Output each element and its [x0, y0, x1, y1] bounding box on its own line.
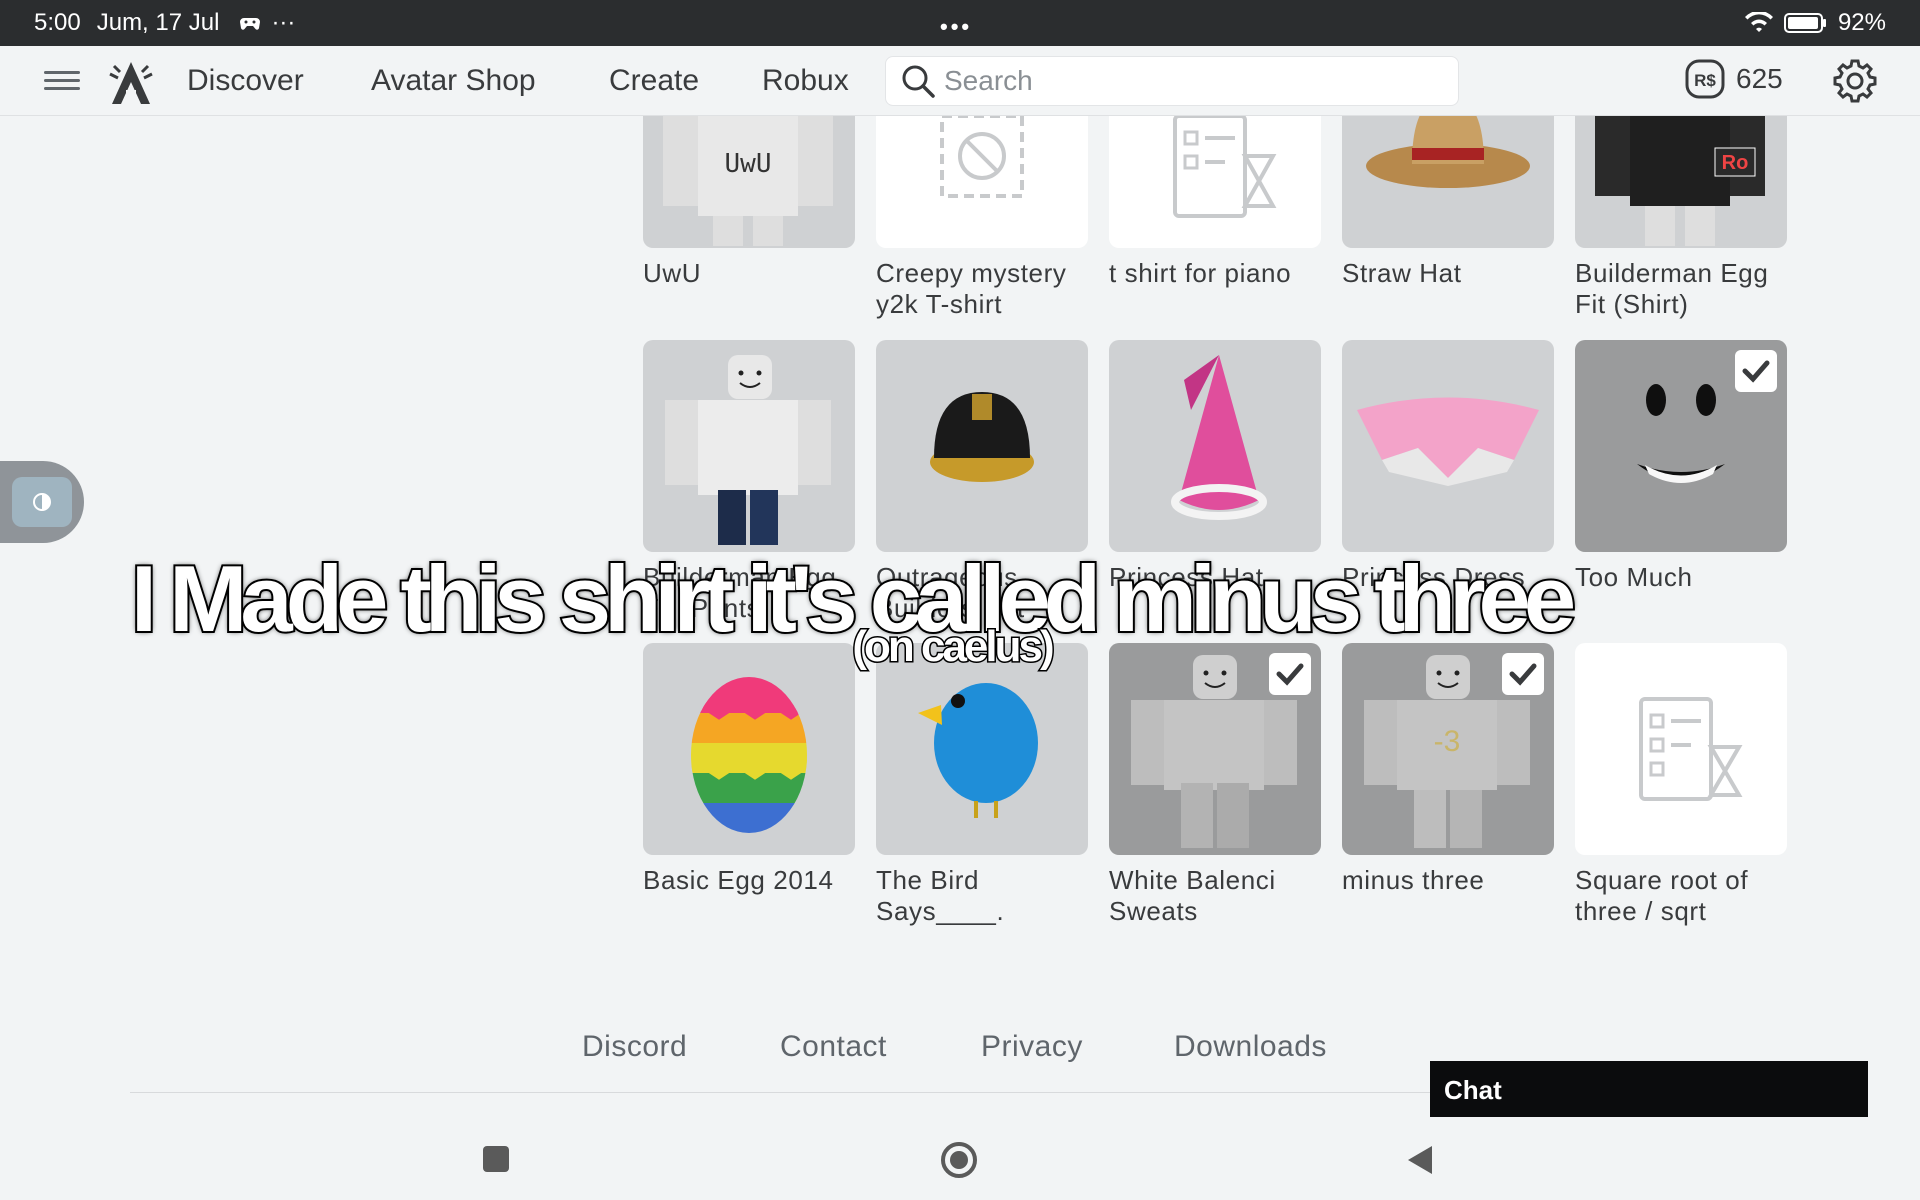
item-card[interactable]: Square root of three / sqrt [1575, 643, 1787, 927]
status-date: Jum, 17 Jul [96, 9, 220, 36]
item-name: Straw Hat [1342, 258, 1462, 288]
search-input[interactable] [944, 65, 1424, 97]
video-caption-sub: (on caelus) [851, 621, 1056, 673]
easter-egg-image [691, 677, 807, 833]
android-status-bar: 5:00 Jum, 17 Jul ··· ••• 92% [0, 0, 1920, 46]
item-name: Builderman Egg Fit (Shirt) [1575, 258, 1769, 319]
item-name: White Balenci Sweats [1109, 865, 1276, 926]
footer-privacy-link[interactable]: Privacy [981, 1030, 1083, 1064]
item-thumbnail [643, 340, 855, 552]
search-bar[interactable] [885, 56, 1459, 106]
game-controller-icon [240, 18, 261, 30]
status-time: 5:00 [34, 9, 81, 36]
item-thumbnail [1109, 643, 1321, 855]
pink-skirt-image [1357, 397, 1539, 486]
contrast-button[interactable] [12, 477, 72, 527]
status-notifications: ··· [239, 9, 295, 37]
item-thumbnail [876, 643, 1088, 855]
equipped-checkbox[interactable] [1735, 350, 1777, 392]
robux-balance[interactable]: R$ 625 [1684, 58, 1783, 100]
blue-bird-image [918, 683, 1038, 818]
settings-gear-icon[interactable] [1832, 58, 1878, 104]
nav-robux[interactable]: Robux [762, 64, 849, 98]
battery-percent: 92% [1837, 9, 1886, 36]
recent-apps-icon[interactable] [483, 1146, 509, 1172]
footer-downloads-link[interactable]: Downloads [1174, 1030, 1327, 1064]
item-card[interactable]: -3 minus three [1342, 643, 1554, 896]
footer-discord-link[interactable]: Discord [582, 1030, 687, 1064]
footer-divider [130, 1092, 1430, 1093]
item-name: minus three [1342, 865, 1485, 895]
status-right: 92% [1744, 9, 1886, 37]
android-navigation-bar [0, 1118, 1920, 1200]
footer-contact-link[interactable]: Contact [780, 1030, 887, 1064]
search-icon [902, 65, 935, 98]
item-name: The Bird Says____. [876, 865, 1005, 926]
top-navigation: Discover Avatar Shop Create Robux R$ 625 [0, 46, 1920, 116]
shirt-text: -3 [1434, 725, 1461, 758]
nav-avatar-shop[interactable]: Avatar Shop [371, 64, 536, 98]
item-name: Square root of three / sqrt [1575, 865, 1749, 926]
builder-helmet-image [930, 392, 1034, 482]
site-logo-icon[interactable] [104, 56, 158, 110]
screen: 5:00 Jum, 17 Jul ··· ••• 92% Discover Av… [0, 0, 1920, 1200]
chat-bar[interactable]: Chat [1430, 1061, 1868, 1117]
item-thumbnail: -3 [1342, 643, 1554, 855]
wifi-icon [1744, 12, 1773, 32]
item-name: UwU [643, 258, 702, 288]
item-name: Creepy mystery y2k T-shirt [876, 258, 1067, 319]
item-name: t shirt for piano [1109, 258, 1292, 288]
nav-discover[interactable]: Discover [187, 64, 304, 98]
checkmark-icon [1742, 360, 1770, 383]
princess-hat-image [1171, 355, 1267, 520]
avatar-pants-image [665, 355, 831, 545]
contrast-icon [33, 493, 51, 511]
back-icon[interactable] [1408, 1146, 1432, 1174]
shirt-text: UwU [725, 149, 772, 179]
status-more: ··· [271, 9, 296, 36]
item-thumbnail [643, 643, 855, 855]
robux-icon: R$ [1685, 59, 1725, 99]
robux-amount: 625 [1736, 63, 1783, 94]
item-card[interactable]: The Bird Says____. [876, 643, 1088, 927]
item-name: Basic Egg 2014 [643, 865, 834, 895]
item-card[interactable]: White Balenci Sweats [1109, 643, 1321, 927]
battery-icon [1783, 13, 1826, 33]
item-thumbnail [1575, 340, 1787, 552]
item-thumbnail [1575, 643, 1787, 855]
item-thumbnail [1342, 340, 1554, 552]
robux-symbol: R$ [1694, 71, 1716, 90]
pending-icon [1639, 697, 1743, 801]
side-contrast-toggle[interactable] [0, 461, 84, 543]
nav-create[interactable]: Create [609, 64, 699, 98]
hamburger-menu-icon[interactable] [44, 66, 80, 96]
shirt-text: Ro [1722, 152, 1749, 174]
status-center-dots: ••• [940, 14, 973, 39]
item-thumbnail [1109, 340, 1321, 552]
item-thumbnail [876, 340, 1088, 552]
item-card[interactable]: Basic Egg 2014 [643, 643, 855, 896]
home-icon[interactable] [941, 1142, 977, 1178]
